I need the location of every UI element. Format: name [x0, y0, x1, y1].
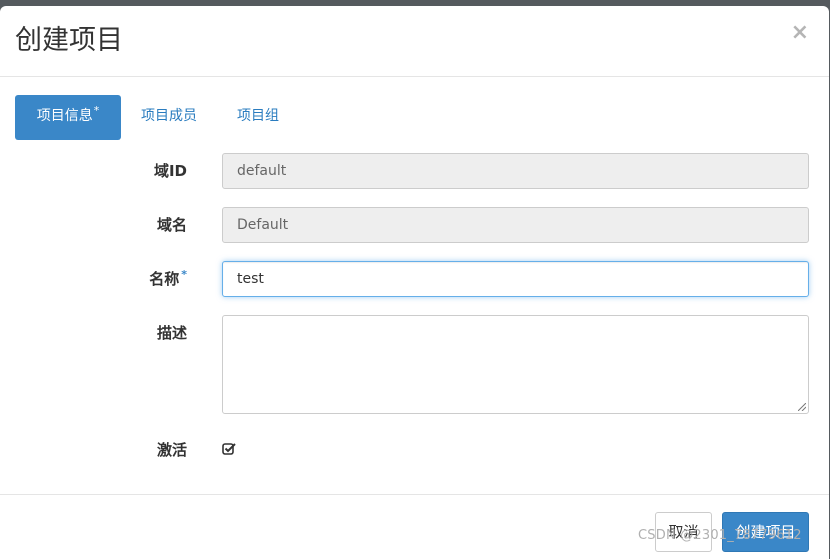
- domain-id-field: default: [222, 153, 809, 189]
- dialog-footer: 取消 创建项目: [0, 494, 829, 559]
- watermark: CSDN @2301_78779612: [638, 528, 802, 543]
- required-mark: *: [181, 268, 187, 281]
- tab-project-info-label: 项目信息: [36, 108, 93, 124]
- description-label: 描述: [156, 324, 187, 342]
- tab-project-groups[interactable]: 项目组: [237, 95, 279, 140]
- description-textarea[interactable]: [222, 315, 809, 414]
- close-icon[interactable]: ×: [791, 20, 809, 45]
- name-label-text: 名称: [149, 270, 180, 288]
- tab-project-members[interactable]: 项目成员: [141, 95, 197, 140]
- dialog-title: 创建项目: [15, 25, 123, 56]
- name-label: 名称 *: [149, 268, 187, 289]
- domain-name-label: 域名: [156, 216, 187, 234]
- checked-checkbox-icon[interactable]: [222, 442, 236, 456]
- domain-id-label: 域ID: [153, 162, 187, 180]
- required-mark: *: [93, 104, 100, 117]
- dialog-header: 创建项目 ×: [0, 6, 829, 77]
- enabled-label: 激活: [156, 441, 187, 459]
- domain-name-field: Default: [222, 207, 809, 243]
- resize-grip-icon[interactable]: [798, 403, 806, 411]
- tab-project-info[interactable]: 项目信息*: [15, 95, 121, 140]
- name-input[interactable]: test: [222, 261, 809, 297]
- create-project-dialog: 创建项目 × 项目信息* 项目成员 项目组 域ID default 域名 Def…: [0, 6, 829, 559]
